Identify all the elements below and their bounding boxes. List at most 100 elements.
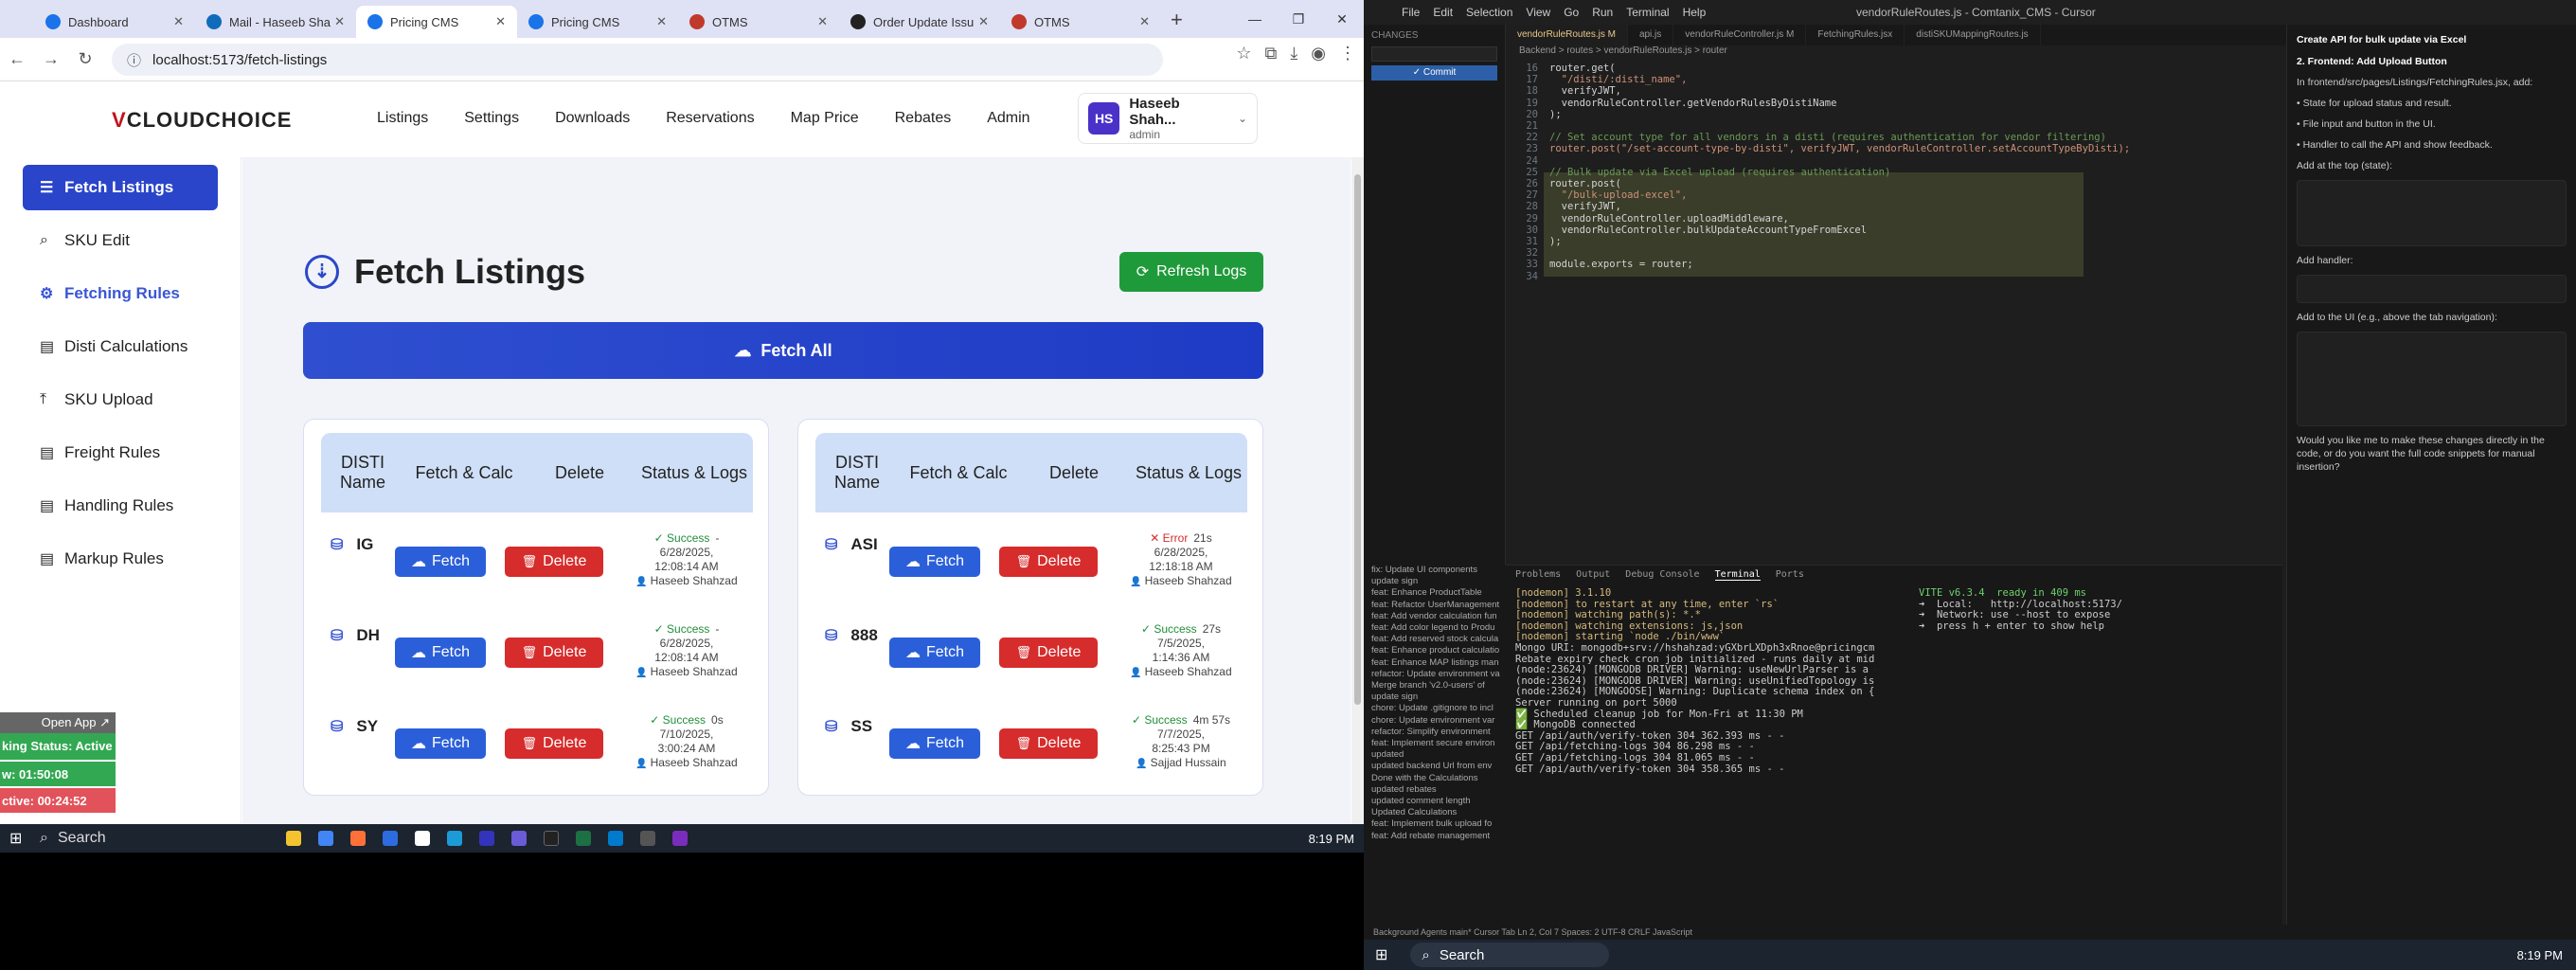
extensions-icon[interactable]: ⧉ bbox=[1264, 44, 1277, 63]
forward-icon[interactable]: → bbox=[34, 49, 68, 69]
ide-menu-selection[interactable]: Selection bbox=[1466, 6, 1512, 19]
nav-item-rebates[interactable]: Rebates bbox=[895, 110, 952, 127]
git-commit[interactable]: feat: Refactor UserManagement bbox=[1371, 600, 1506, 611]
windows-start-icon[interactable]: ⊞ bbox=[9, 829, 22, 848]
ide-menu-file[interactable]: File bbox=[1402, 6, 1420, 19]
back-icon[interactable]: ← bbox=[0, 49, 34, 69]
fetch-button[interactable]: ☁ Fetch bbox=[889, 728, 980, 759]
git-commit[interactable]: refactor: Simplify environment bbox=[1371, 727, 1506, 738]
tab-search-icon[interactable] bbox=[0, 6, 34, 38]
git-commit[interactable]: chore: Update environment var bbox=[1371, 715, 1506, 727]
new-tab-button[interactable]: + bbox=[1171, 8, 1183, 32]
windows-start-icon[interactable]: ⊞ bbox=[1375, 945, 1387, 964]
nav-item-map-price[interactable]: Map Price bbox=[791, 110, 859, 127]
taskbar-search[interactable]: ⌕ Search bbox=[1410, 943, 1610, 967]
git-commit[interactable]: updated bbox=[1371, 749, 1506, 761]
git-commit[interactable]: fix: Update UI components bbox=[1371, 565, 1506, 576]
site-info-icon[interactable]: ⓘ bbox=[127, 50, 141, 70]
git-commit[interactable]: Updated Calculations bbox=[1371, 807, 1506, 818]
tab-close-icon[interactable]: ✕ bbox=[1139, 14, 1150, 29]
delete-button[interactable]: 🗑 Delete bbox=[999, 728, 1098, 759]
edge-icon[interactable] bbox=[447, 831, 462, 846]
nav-item-listings[interactable]: Listings bbox=[377, 110, 428, 127]
excel-icon[interactable] bbox=[576, 831, 591, 846]
git-commit[interactable]: update sign bbox=[1371, 692, 1506, 703]
ide-menu-edit[interactable]: Edit bbox=[1433, 6, 1453, 19]
tab-debug-console[interactable]: Debug Console bbox=[1625, 569, 1699, 581]
chat-code-block[interactable] bbox=[2297, 275, 2567, 303]
tab-ports[interactable]: Ports bbox=[1776, 569, 1804, 581]
vscode-icon[interactable] bbox=[608, 831, 623, 846]
teams-icon[interactable] bbox=[479, 831, 494, 846]
fetch-button[interactable]: ☁ Fetch bbox=[395, 638, 486, 668]
ide-menu-help[interactable]: Help bbox=[1683, 6, 1707, 19]
git-commit[interactable]: refactor: Update environment va bbox=[1371, 669, 1506, 680]
cursor-icon[interactable] bbox=[544, 831, 559, 846]
nav-item-admin[interactable]: Admin bbox=[987, 110, 1029, 127]
logo[interactable]: VCLOUDCHOICE bbox=[112, 108, 292, 133]
git-commit[interactable]: feat: Enhance product calculatio bbox=[1371, 645, 1506, 656]
app2-icon[interactable] bbox=[511, 831, 527, 846]
code-editor[interactable]: 16 router.get(17 "/disti/:disti_name", 18 … bbox=[1506, 63, 2235, 303]
ide-menu-terminal[interactable]: Terminal bbox=[1626, 6, 1669, 19]
browser-tab[interactable]: Dashboard ✕ bbox=[34, 6, 195, 38]
firefox-icon[interactable] bbox=[350, 831, 366, 846]
reload-icon[interactable]: ↻ bbox=[68, 49, 102, 69]
minimize-icon[interactable]: — bbox=[1233, 0, 1277, 38]
browser-tab[interactable]: OTMS ✕ bbox=[1000, 6, 1161, 38]
tab-close-icon[interactable]: ✕ bbox=[334, 14, 345, 29]
git-commit[interactable]: feat: Add vendor calculation fun bbox=[1371, 611, 1506, 622]
maximize-icon[interactable]: ❐ bbox=[1277, 0, 1320, 38]
file-explorer-icon[interactable] bbox=[286, 831, 301, 846]
sidebar-item-markup-rules[interactable]: ▤ Markup Rules bbox=[23, 536, 218, 582]
editor-tab[interactable]: vendorRuleRoutes.js M bbox=[1506, 25, 1628, 45]
nav-item-settings[interactable]: Settings bbox=[464, 110, 519, 127]
tab-problems[interactable]: Problems bbox=[1515, 569, 1561, 581]
editor-tab[interactable]: api.js bbox=[1628, 25, 1674, 45]
git-commit[interactable]: feat: Implement secure environ bbox=[1371, 738, 1506, 749]
tab-close-icon[interactable]: ✕ bbox=[656, 14, 667, 29]
git-commit[interactable]: feat: Add color legend to Produ bbox=[1371, 622, 1506, 634]
git-commit[interactable]: Done with the Calculations bbox=[1371, 773, 1506, 784]
editor-tab[interactable]: FetchingRules.jsx bbox=[1806, 25, 1905, 45]
open-app-link[interactable]: Open App ↗ bbox=[0, 712, 116, 733]
terminal-backend[interactable]: [nodemon] 3.1.10 [nodemon] to restart at … bbox=[1515, 588, 1875, 775]
sidebar-item-fetch-listings[interactable]: ☰ Fetch Listings bbox=[23, 165, 218, 210]
tab-output[interactable]: Output bbox=[1576, 569, 1610, 581]
sidebar-item-sku-edit[interactable]: ⌕ SKU Edit bbox=[23, 218, 218, 263]
url-input[interactable]: ⓘ localhost:5173/fetch-listings bbox=[112, 44, 1163, 76]
editor-tab[interactable]: distiSKUMappingRoutes.js bbox=[1905, 25, 2041, 45]
sidebar-item-sku-upload[interactable]: ⤒ SKU Upload bbox=[23, 377, 218, 422]
browser-tab[interactable]: Pricing CMS ✕ bbox=[356, 6, 517, 38]
ide-menu-view[interactable]: View bbox=[1526, 6, 1550, 19]
git-commit[interactable]: update sign bbox=[1371, 576, 1506, 587]
git-commit[interactable]: Merge branch 'v2.0-users' of bbox=[1371, 680, 1506, 692]
git-commit[interactable]: updated rebates bbox=[1371, 784, 1506, 796]
nav-item-reservations[interactable]: Reservations bbox=[666, 110, 754, 127]
browser-tab[interactable]: OTMS ✕ bbox=[678, 6, 839, 38]
nav-item-downloads[interactable]: Downloads bbox=[555, 110, 630, 127]
zoom-icon[interactable] bbox=[383, 831, 398, 846]
tab-close-icon[interactable]: ✕ bbox=[817, 14, 828, 29]
tab-terminal[interactable]: Terminal bbox=[1714, 569, 1761, 582]
fetch-button[interactable]: ☁ Fetch bbox=[889, 547, 980, 577]
delete-button[interactable]: 🗑 Delete bbox=[505, 728, 603, 759]
editor-tab[interactable]: vendorRuleController.js M bbox=[1673, 25, 1807, 45]
browser-tab[interactable]: Pricing CMS ✕ bbox=[517, 6, 678, 38]
chat-code-block[interactable] bbox=[2297, 332, 2567, 426]
page-scrollbar[interactable] bbox=[1351, 157, 1364, 830]
taskbar-search[interactable]: ⌕ Search bbox=[40, 824, 258, 853]
bookmark-icon[interactable]: ☆ bbox=[1236, 44, 1251, 63]
chrome-icon[interactable] bbox=[318, 831, 333, 846]
tab-close-icon[interactable]: ✕ bbox=[978, 14, 989, 29]
git-commit[interactable]: updated comment length bbox=[1371, 796, 1506, 807]
profile-icon[interactable]: ◉ bbox=[1311, 44, 1326, 63]
onenote-icon[interactable] bbox=[672, 831, 688, 846]
fetch-all-button[interactable]: ☁ Fetch All bbox=[303, 322, 1263, 379]
git-commit[interactable]: feat: Enhance ProductTable bbox=[1371, 587, 1506, 599]
git-commit[interactable]: chore: Update .gitignore to incl bbox=[1371, 703, 1506, 714]
sidebar-item-handling-rules[interactable]: ▤ Handling Rules bbox=[23, 483, 218, 529]
git-commit[interactable]: updated backend Url from env bbox=[1371, 761, 1506, 772]
delete-button[interactable]: 🗑 Delete bbox=[999, 638, 1098, 668]
tab-close-icon[interactable]: ✕ bbox=[495, 14, 506, 29]
